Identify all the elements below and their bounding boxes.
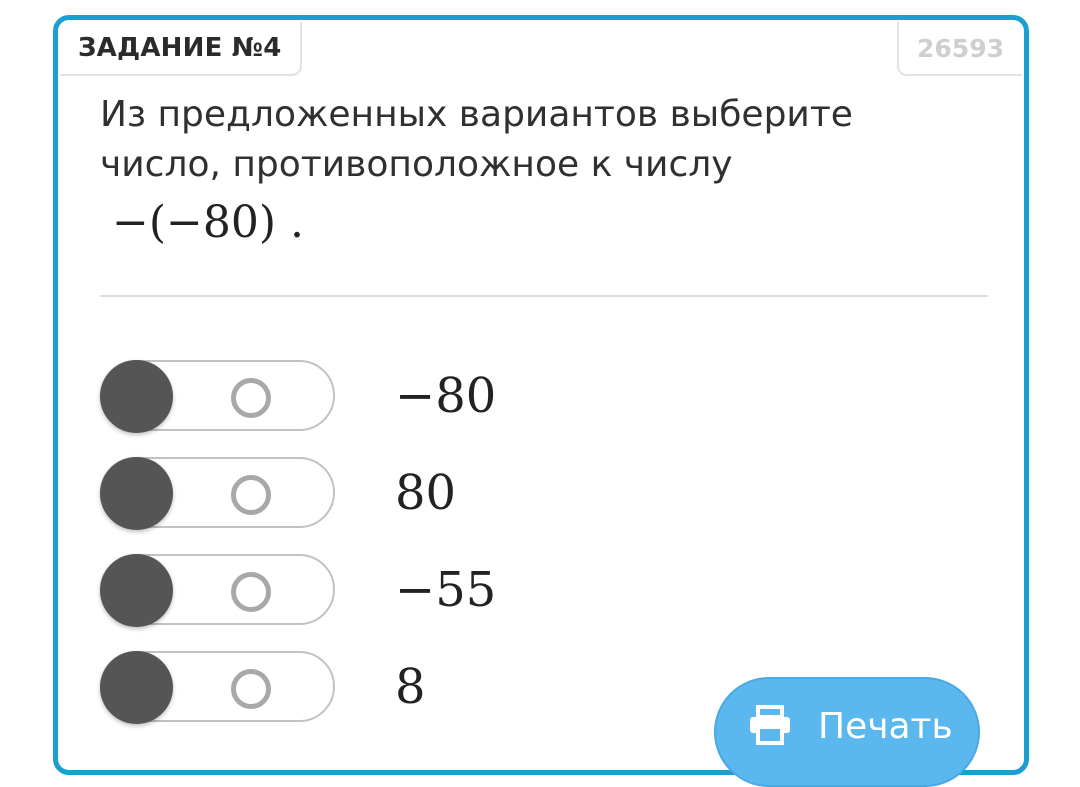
print-button-label: Печать (818, 706, 953, 747)
radio-circle-icon (231, 572, 271, 612)
task-number-label: ЗАДАНИЕ №4 (60, 22, 302, 76)
option-toggle[interactable] (100, 651, 335, 724)
option-value: 80 (395, 465, 457, 521)
toggle-knob[interactable] (100, 651, 173, 724)
option-3[interactable]: −55 (100, 554, 700, 627)
question-formula: −(−80) . (112, 197, 305, 248)
toggle-knob[interactable] (100, 360, 173, 433)
question: Из предложенных вариантов выберите число… (100, 90, 980, 250)
question-text: Из предложенных вариантов выберите число… (100, 94, 853, 185)
printer-icon (750, 705, 790, 745)
radio-circle-icon (231, 669, 271, 709)
option-toggle[interactable] (100, 554, 335, 627)
option-value: −80 (395, 368, 497, 424)
print-button[interactable]: Печать (714, 677, 980, 787)
divider (100, 295, 988, 297)
option-value: −55 (395, 562, 497, 618)
option-2[interactable]: 80 (100, 457, 700, 530)
option-4[interactable]: 8 (100, 651, 700, 724)
task-card: ЗАДАНИЕ №4 26593 Из предложенных вариант… (53, 15, 1029, 787)
radio-circle-icon (231, 378, 271, 418)
answer-options: −80 80 −55 8 (100, 360, 700, 748)
toggle-knob[interactable] (100, 457, 173, 530)
radio-circle-icon (231, 475, 271, 515)
task-id-badge: 26593 (897, 22, 1022, 76)
option-1[interactable]: −80 (100, 360, 700, 433)
toggle-knob[interactable] (100, 554, 173, 627)
option-toggle[interactable] (100, 457, 335, 530)
option-value: 8 (395, 659, 426, 715)
option-toggle[interactable] (100, 360, 335, 433)
